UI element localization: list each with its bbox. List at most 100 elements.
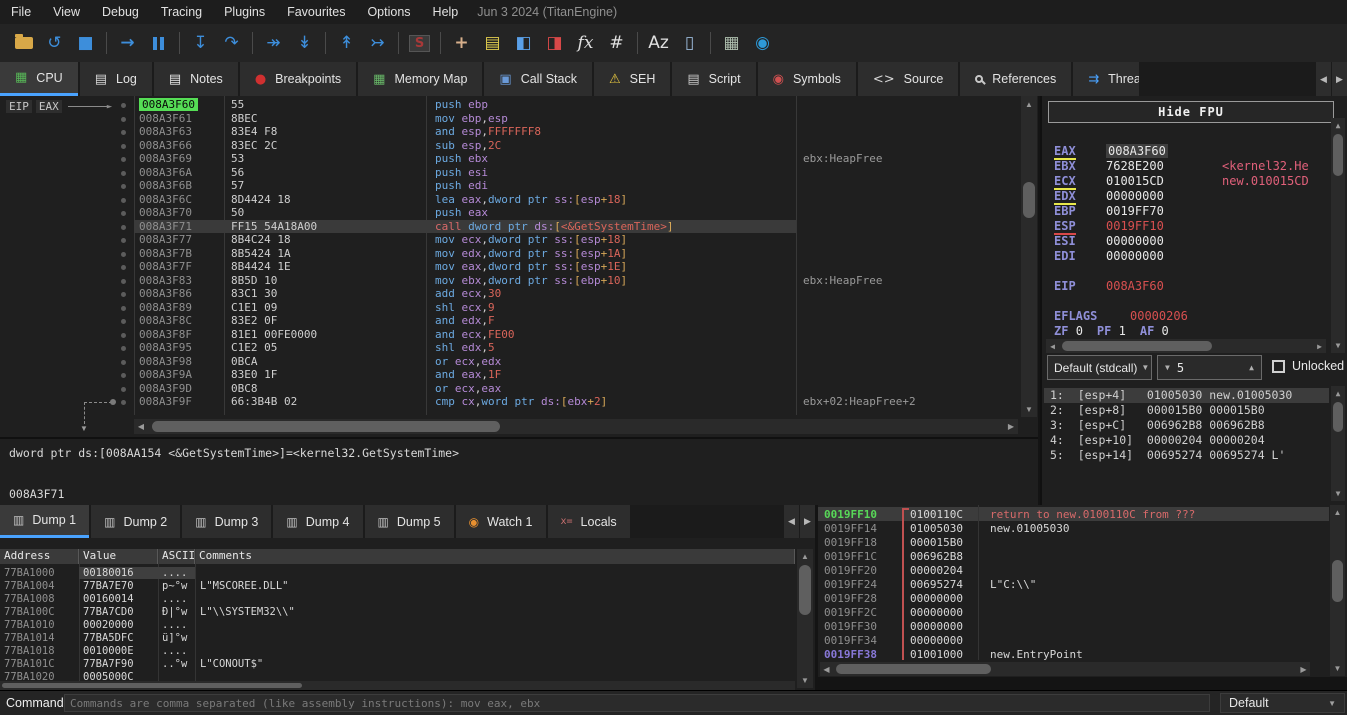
- breakpoint-dot[interactable]: [112, 274, 134, 287]
- command-input[interactable]: [64, 694, 1210, 712]
- registers-vscrollbar[interactable]: ▲ ▼: [1331, 118, 1345, 353]
- tab-source[interactable]: <>Source: [858, 62, 958, 96]
- scroll-up-arrow[interactable]: ▲: [1330, 507, 1345, 518]
- disasm-row[interactable]: 008A3F6383E4 F8and esp,FFFFFFF8: [0, 125, 1020, 139]
- scrollbar-thumb[interactable]: [2, 683, 302, 688]
- calling-convention-select[interactable]: Default (stdcall) ▼: [1047, 355, 1152, 380]
- scrollbar-thumb[interactable]: [1062, 341, 1212, 351]
- breakpoint-dot[interactable]: [112, 125, 134, 138]
- dump-row[interactable]: 77BA100C77BA7CD0Ð|°wL"\\SYSTEM32\\": [0, 605, 795, 618]
- calculator-icon[interactable]: ▦: [716, 29, 747, 57]
- breakpoint-dot[interactable]: [112, 179, 134, 192]
- dump-tab-watch-1[interactable]: ◉Watch 1: [456, 505, 546, 538]
- breakpoint-dot[interactable]: [112, 355, 134, 368]
- tab-scroll-right-arrow[interactable]: ▶: [800, 505, 815, 538]
- register-value[interactable]: 00000000: [1106, 249, 1164, 263]
- scroll-down-arrow[interactable]: ▼: [1331, 340, 1345, 351]
- disasm-row[interactable]: 008A3F6A56push esi: [0, 166, 1020, 180]
- stack-row[interactable]: 0019FF2800000000: [818, 591, 1329, 605]
- run-icon[interactable]: →: [112, 29, 143, 57]
- disasm-row[interactable]: 008A3F778B4C24 18mov ecx,dword ptr ss:[e…: [0, 233, 1020, 247]
- breakpoint-dot[interactable]: [112, 247, 134, 260]
- bookmark-icon[interactable]: ◨: [539, 29, 570, 57]
- dump-tab-dump-3[interactable]: ▥Dump 3: [182, 505, 271, 538]
- breakpoint-dot[interactable]: [112, 301, 134, 314]
- step-over-icon[interactable]: ↷: [216, 29, 247, 57]
- dump-tab-dump-1[interactable]: ▥Dump 1: [0, 505, 89, 538]
- args-vscrollbar[interactable]: ▲ ▼: [1331, 386, 1345, 501]
- register-row-ebp[interactable]: EBP0019FF70: [1054, 203, 1164, 218]
- function-icon[interactable]: fx: [570, 29, 601, 57]
- dump-tab-locals[interactable]: x=Locals: [548, 505, 630, 538]
- register-row-edx[interactable]: EDX00000000: [1054, 188, 1164, 203]
- argument-row[interactable]: 1: [esp+4] 01005030 new.01005030: [1044, 388, 1329, 403]
- disasm-vscrollbar[interactable]: ▲ ▼: [1021, 96, 1037, 417]
- stack-row[interactable]: 0019FF18000015B0: [818, 535, 1329, 549]
- tab-scroll-right-arrow[interactable]: ▶: [1332, 62, 1347, 96]
- disasm-row[interactable]: 008A3F6953push ebxebx:HeapFree: [0, 152, 1020, 166]
- breakpoint-dot[interactable]: [112, 112, 134, 125]
- disasm-row[interactable]: 008A3F838B5D 10mov ebx,dword ptr ss:[ebp…: [0, 274, 1020, 288]
- breakpoint-dot[interactable]: [112, 98, 134, 111]
- assemble-icon[interactable]: Az: [643, 29, 674, 57]
- register-row-esi[interactable]: ESI00000000: [1054, 233, 1164, 248]
- stack-hscrollbar[interactable]: ◀ ▶: [820, 662, 1310, 676]
- scroll-right-arrow[interactable]: ▶: [1297, 662, 1310, 676]
- dump-row[interactable]: 77BA100000180016....: [0, 566, 795, 579]
- registers-hscrollbar[interactable]: ◀ ▶: [1046, 339, 1326, 353]
- scrollbar-thumb[interactable]: [836, 664, 991, 674]
- breakpoint-dot[interactable]: [112, 193, 134, 206]
- seatbelt-icon[interactable]: S: [404, 29, 435, 57]
- menu-item-favourites[interactable]: Favourites: [276, 0, 356, 24]
- tab-cpu[interactable]: ▦CPU: [0, 62, 78, 96]
- argument-row[interactable]: 5: [esp+14] 00695274 00695274 L': [1044, 448, 1329, 463]
- menu-item-help[interactable]: Help: [422, 0, 470, 24]
- breakpoint-dot[interactable]: [112, 314, 134, 327]
- disasm-row[interactable]: 008A3F9A83E0 1Fand eax,1F: [0, 368, 1020, 382]
- register-value[interactable]: 0019FF10: [1106, 219, 1164, 233]
- menu-item-options[interactable]: Options: [356, 0, 421, 24]
- breakpoint-dot[interactable]: [112, 368, 134, 381]
- dump-row[interactable]: 77BA101C77BA7F90..°wL"CONOUT$": [0, 657, 795, 670]
- stack-row[interactable]: 0019FF2400695274L"C:\\": [818, 577, 1329, 591]
- tab-log[interactable]: ▤Log: [80, 62, 152, 96]
- dump-header-value[interactable]: Value: [79, 549, 158, 564]
- step-into-icon[interactable]: ↧: [185, 29, 216, 57]
- stop-icon[interactable]: ■: [70, 29, 101, 57]
- tab-notes[interactable]: ▤Notes: [154, 62, 238, 96]
- disasm-row[interactable]: 008A3F7050push eax: [0, 206, 1020, 220]
- tab-breakpoints[interactable]: ●Breakpoints: [240, 62, 356, 96]
- disasm-row[interactable]: 008A3F9F66:3B4B 02cmp cx,word ptr ds:[eb…: [0, 395, 1020, 409]
- register-row-ebx[interactable]: EBX7628E200<kernel32.He: [1054, 158, 1164, 173]
- tab-scroll-left-arrow[interactable]: ◀: [784, 505, 799, 538]
- disasm-row[interactable]: 008A3F618BECmov ebp,esp: [0, 112, 1020, 126]
- scroll-right-arrow[interactable]: ▶: [1004, 419, 1018, 434]
- stack-row[interactable]: 0019FF100100110Creturn to new.0100110C f…: [818, 507, 1329, 521]
- disasm-row[interactable]: 008A3F980BCAor ecx,edx: [0, 355, 1020, 369]
- dump-tab-dump-4[interactable]: ▥Dump 4: [273, 505, 362, 538]
- breakpoint-dot[interactable]: [112, 139, 134, 152]
- breakpoint-dot[interactable]: [112, 166, 134, 179]
- scroll-down-arrow[interactable]: ▼: [797, 675, 813, 686]
- stack-row[interactable]: 0019FF2C00000000: [818, 605, 1329, 619]
- dump-header-ascii[interactable]: ASCII: [158, 549, 195, 564]
- tab-threads[interactable]: ⇉Threads: [1073, 62, 1139, 96]
- tab-symbols[interactable]: ◉Symbols: [758, 62, 856, 96]
- tab-memory-map[interactable]: ▦Memory Map: [358, 62, 482, 96]
- dump-row[interactable]: 77BA100800160014....: [0, 592, 795, 605]
- menu-item-tracing[interactable]: Tracing: [150, 0, 213, 24]
- menu-item-file[interactable]: File: [0, 0, 42, 24]
- register-row-ecx[interactable]: ECX010015CDnew.010015CD: [1054, 173, 1164, 188]
- scroll-right-arrow[interactable]: ▶: [1313, 339, 1326, 353]
- scroll-left-arrow[interactable]: ◀: [134, 419, 148, 434]
- register-value[interactable]: 008A3F60: [1106, 144, 1168, 158]
- run-to-user-code-icon[interactable]: ↠: [258, 29, 289, 57]
- breakpoint-dot[interactable]: [112, 220, 134, 233]
- breakpoint-dot[interactable]: [112, 328, 134, 341]
- scrollbar-thumb[interactable]: [799, 565, 811, 615]
- disasm-row[interactable]: 008A3F9D0BC8or ecx,eax: [0, 382, 1020, 396]
- menu-item-view[interactable]: View: [42, 0, 91, 24]
- hash-icon[interactable]: #: [601, 29, 632, 57]
- dump-tab-dump-2[interactable]: ▥Dump 2: [91, 505, 180, 538]
- run-until-return-icon[interactable]: ↟: [331, 29, 362, 57]
